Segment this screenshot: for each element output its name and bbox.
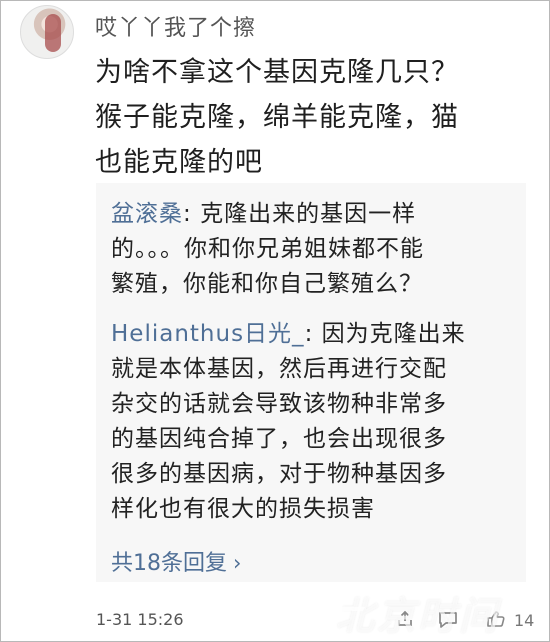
reply-text-line: 很多的基因病，对于物种基因多	[111, 461, 447, 487]
comment-timestamp: 1-31 15:26	[96, 610, 184, 629]
user-avatar[interactable]	[20, 5, 74, 59]
more-replies-label: 共18条回复	[111, 551, 227, 576]
reply-item[interactable]: 盆滚桑: 克隆出来的基因一样 的。。。你和你兄弟姐妹都不能 繁殖，你能和你自己繁…	[111, 197, 501, 302]
reply-text-line: 因为克隆出来	[321, 321, 466, 347]
reply-text-line: 就是本体基因，然后再进行交配	[111, 356, 447, 382]
reply-separator: :	[304, 321, 322, 347]
reply-first-line: Helianthus日光_: 因为克隆出来	[111, 317, 501, 352]
reply-author-name[interactable]: Helianthus日光_	[111, 321, 305, 347]
comment-text: 为啥不拿这个基因克隆几只？ 猴子能克隆，绵羊能克隆，猫 也能克隆的吧	[95, 50, 525, 185]
reply-text-line: 样化也有很大的损失损害	[111, 496, 375, 522]
reply-author-name[interactable]: 盆滚桑	[111, 201, 183, 227]
watermark-logo: 北京时间	[336, 585, 546, 638]
comment-line: 为啥不拿这个基因克隆几只？	[95, 57, 459, 88]
chevron-right-icon: ›	[233, 551, 242, 575]
reply-text-line: 克隆出来的基因一样	[200, 201, 417, 227]
reply-text-line: 的基因纯合掉了，也会出现很多	[111, 426, 447, 452]
reply-separator: :	[183, 201, 201, 227]
reply-first-line: 盆滚桑: 克隆出来的基因一样	[111, 197, 501, 232]
reply-text-line: 杂交的话就会导致该物种非常多	[111, 391, 447, 417]
comment-author-name[interactable]: 哎丫丫我了个擦	[95, 10, 256, 42]
more-replies-link[interactable]: 共18条回复 ›	[111, 545, 241, 577]
reply-preview-box[interactable]: 盆滚桑: 克隆出来的基因一样 的。。。你和你兄弟姐妹都不能 繁殖，你能和你自己繁…	[96, 183, 526, 582]
avatar-figure	[45, 14, 61, 52]
reply-text-line: 的。。。你和你兄弟姐妹都不能	[111, 236, 424, 262]
comment-line: 猴子能克隆，绵羊能克隆，猫	[95, 102, 459, 133]
reply-item[interactable]: Helianthus日光_: 因为克隆出来 就是本体基因，然后再进行交配 杂交的…	[111, 317, 501, 527]
comment-line: 也能克隆的吧	[95, 147, 263, 178]
reply-text-line: 繁殖，你能和你自己繁殖么？	[111, 271, 423, 297]
